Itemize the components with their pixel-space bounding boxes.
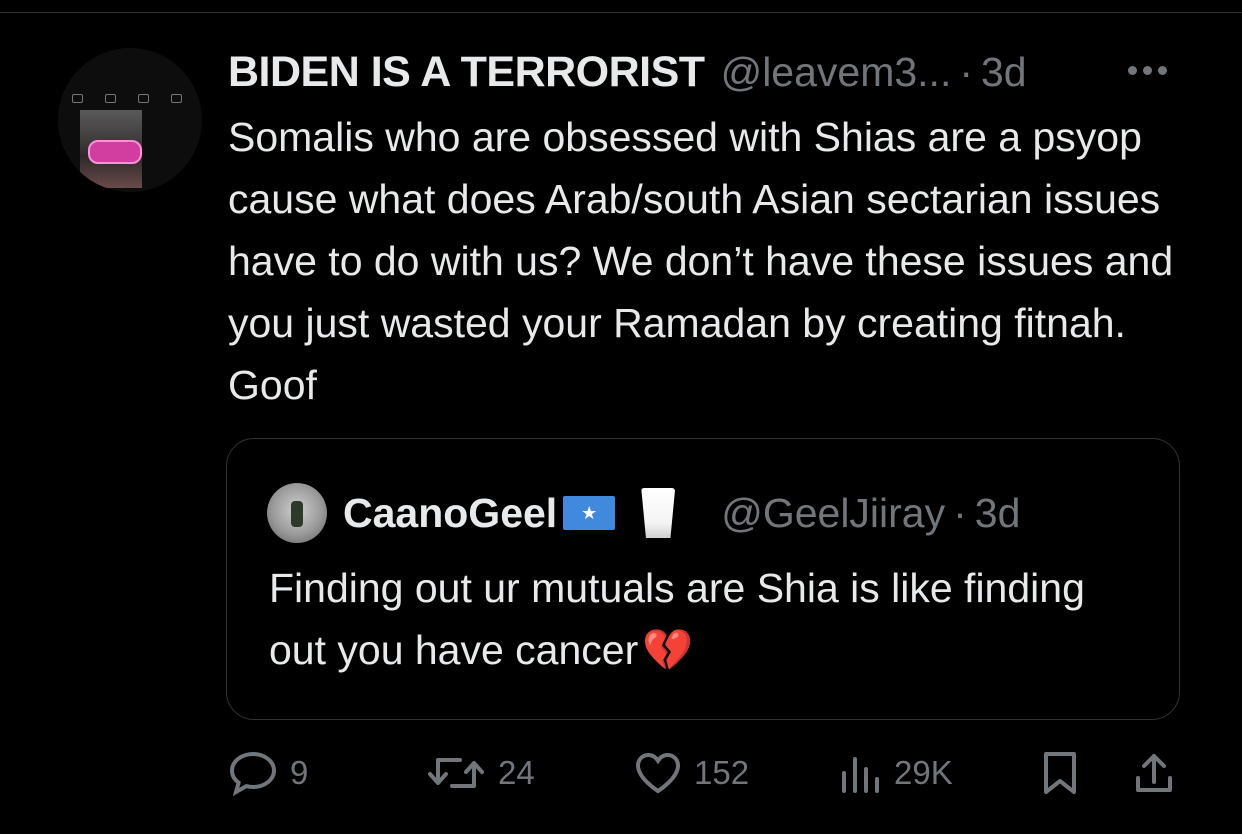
somalia-flag-icon: ★ (563, 496, 616, 530)
share-button[interactable] (1132, 745, 1176, 801)
quoted-separator-dot: · (953, 489, 967, 536)
share-icon (1132, 750, 1176, 796)
bookmark-icon (1040, 750, 1080, 796)
tweet-time[interactable]: 3d (981, 49, 1027, 96)
like-button[interactable]: 152 (634, 745, 749, 801)
avatar-icons (72, 94, 182, 103)
top-divider (0, 12, 1242, 13)
quoted-display-name[interactable]: CaanoGeel (343, 490, 557, 537)
author-avatar[interactable] (58, 48, 202, 192)
quoted-tweet[interactable]: CaanoGeel ★ @GeelJiiray · 3d Finding out… (226, 438, 1180, 720)
reply-count: 9 (290, 754, 309, 791)
views-button[interactable]: 29K (840, 745, 953, 801)
reply-icon (228, 750, 278, 796)
quoted-tweet-header: CaanoGeel ★ @GeelJiiray · 3d (267, 483, 1020, 543)
broken-heart-icon: 💔 (642, 627, 694, 673)
separator-dot: · (959, 48, 973, 95)
repost-button[interactable]: 24 (426, 745, 535, 801)
tweet-header: BIDEN IS A TERRORIST @leavem3... · 3d (228, 44, 1027, 100)
milk-glass-icon (641, 488, 676, 538)
quoted-time[interactable]: 3d (975, 490, 1021, 537)
more-icon[interactable] (1128, 58, 1182, 82)
action-bar: 9 24 152 29K (228, 745, 1188, 801)
views-count: 29K (894, 754, 953, 791)
like-count: 152 (694, 754, 750, 791)
tweet-text: Somalis who are obsessed with Shias are … (228, 114, 1174, 408)
quoted-text: Finding out ur mutuals are Shia is like … (269, 557, 1149, 681)
views-icon (840, 753, 882, 793)
reply-button[interactable]: 9 (228, 745, 308, 801)
repost-icon (426, 752, 486, 794)
quoted-handle[interactable]: @GeelJiiray (721, 490, 945, 537)
like-icon (634, 751, 682, 795)
bookmark-button[interactable] (1040, 745, 1080, 801)
repost-count: 24 (498, 754, 535, 791)
author-handle[interactable]: @leavem3... (721, 49, 952, 96)
flag-star: ★ (581, 502, 598, 523)
quoted-avatar[interactable] (267, 483, 327, 543)
avatar-sticker (88, 140, 142, 164)
author-display-name[interactable]: BIDEN IS A TERRORIST (228, 48, 705, 97)
